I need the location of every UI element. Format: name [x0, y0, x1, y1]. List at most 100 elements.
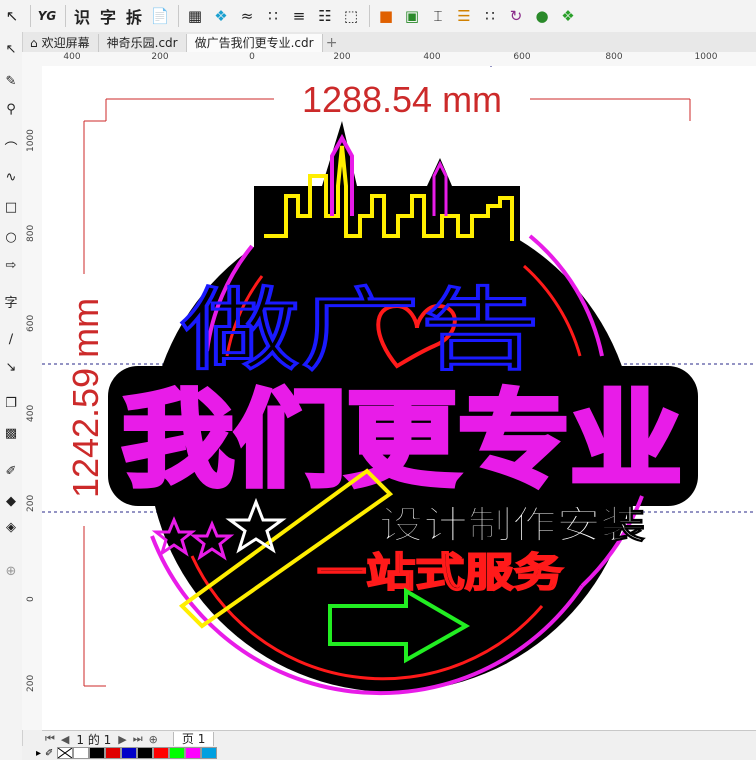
sign-line2: 我们更专业 [122, 379, 682, 501]
sphere-icon[interactable]: ● [530, 4, 554, 28]
image-icon[interactable]: ▣ [400, 4, 424, 28]
color-swatch[interactable] [73, 747, 90, 759]
first-page-icon[interactable]: ⏮ [42, 732, 58, 746]
color-swatch[interactable] [89, 747, 106, 759]
document-tabs: ⌂ 欢迎屏幕 神奇乐园.cdr 做广告我们更专业.cdr + [22, 32, 756, 53]
tab-welcome[interactable]: ⌂ 欢迎屏幕 [22, 34, 99, 52]
align-icon[interactable]: ≈ [235, 4, 259, 28]
yg-plugin-button[interactable]: YG [35, 4, 59, 28]
ruler-label: 200 [151, 52, 169, 62]
color-icon[interactable]: ■ [374, 4, 398, 28]
dimension-icon[interactable]: ↘ [0, 356, 22, 378]
palette-arrow-icon[interactable]: ▸ [36, 748, 41, 759]
page-tab[interactable]: 页 1 [172, 731, 215, 747]
none-icon [58, 748, 73, 758]
copy-icon[interactable]: 📄 [148, 4, 172, 28]
tab-shenqi[interactable]: 神奇乐园.cdr [98, 34, 187, 52]
shape-icon[interactable]: ✎ [0, 70, 22, 92]
dots-icon[interactable]: ∷ [478, 4, 502, 28]
color-swatch[interactable] [105, 747, 122, 759]
zoom-icon[interactable]: ⚲ [0, 98, 22, 120]
eyedropper-icon[interactable]: ✐ [45, 748, 53, 759]
polygon-icon[interactable]: ⇨ [0, 254, 22, 276]
fill-icon[interactable]: ◆ [0, 490, 22, 512]
split-button[interactable]: 拆 [122, 4, 146, 28]
font-label: 字 [99, 8, 116, 27]
ruler-label: 800 [26, 224, 36, 242]
ruler-label: 0 [249, 52, 255, 62]
color-palette: ▸ ✐ [22, 746, 756, 760]
shadow-icon[interactable]: ❐ [0, 392, 22, 414]
ruler-label: 1000 [694, 52, 718, 62]
vertical-ruler[interactable]: 1000 800 600 400 200 0 200 [22, 66, 43, 730]
recognize-label: 识 [73, 8, 90, 27]
width-dimension-label: 1288.54 mm [302, 79, 502, 120]
artwork-svg: 1288.54 mm 1242.59 mm 做广告 我们更专业 设计制作安装 一… [42, 66, 756, 696]
recognize-button[interactable]: 识 [70, 4, 94, 28]
toolbar-separator [30, 5, 31, 27]
transparency-icon[interactable]: ▩ [0, 422, 22, 444]
color-swatch[interactable] [121, 747, 138, 759]
split-label: 拆 [125, 8, 142, 27]
eyedropper-icon[interactable]: ✐ [0, 460, 22, 482]
ruler-label: 200 [333, 52, 351, 62]
page-indicator: 1 的 1 [76, 732, 112, 747]
line-icon[interactable]: ≡ [287, 4, 311, 28]
tab-active-label: 做广告我们更专业.cdr [194, 36, 314, 50]
grid-icon[interactable]: ▦ [183, 4, 207, 28]
sign-line4: 一站式服务 [317, 550, 563, 596]
list-icon[interactable]: ☰ [452, 4, 476, 28]
toolbar-separator [369, 5, 370, 27]
height-dimension-label: 1242.59 mm [65, 298, 106, 498]
new-tab-button[interactable]: + [323, 34, 341, 52]
ruler-label: 200 [26, 494, 36, 512]
pick-tool-icon[interactable]: ↖ [0, 4, 24, 28]
ruler-label: 600 [513, 52, 531, 62]
add-icon[interactable]: ⊕ [0, 560, 22, 582]
prev-page-icon[interactable]: ◀ [58, 733, 72, 746]
tab-welcome-label: 欢迎屏幕 [41, 36, 90, 50]
spiral-icon[interactable]: ∿ [0, 166, 22, 188]
freehand-icon[interactable]: ⌒ [0, 136, 22, 158]
color-swatch[interactable] [201, 747, 218, 759]
horizontal-ruler[interactable]: 400 200 0 200 400 600 800 1000 [42, 52, 756, 67]
color-swatch[interactable] [137, 747, 154, 759]
rectangle-icon[interactable]: □ [0, 196, 22, 218]
distribute-icon[interactable]: ∷ [261, 4, 285, 28]
ruler-label: 400 [63, 52, 81, 62]
font-button[interactable]: 字 [96, 4, 120, 28]
ruler-label: 400 [423, 52, 441, 62]
puzzle-icon[interactable]: ❖ [556, 4, 580, 28]
page-navigator: ⏮ ◀ 1 的 1 ▶ ⏭ ⊕ 页 1 [42, 730, 756, 747]
next-page-icon[interactable]: ▶ [115, 733, 129, 746]
pick-icon[interactable]: ↖ [0, 38, 22, 60]
text-icon[interactable]: 字 [0, 290, 22, 312]
last-page-icon[interactable]: ⏭ [130, 732, 146, 746]
yg-label: YG [37, 9, 57, 23]
text-frame-icon[interactable]: ⌶ [426, 4, 450, 28]
add-page-icon[interactable]: ⊕ [146, 733, 161, 746]
interactive-fill-icon[interactable]: ◈ [0, 516, 22, 538]
color-swatch[interactable] [185, 747, 202, 759]
no-color-swatch[interactable] [57, 747, 74, 759]
ruler-label: 1000 [26, 129, 36, 152]
color-swatch[interactable] [153, 747, 170, 759]
snap-icon[interactable]: ❖ [209, 4, 233, 28]
transform-icon[interactable]: ☷ [313, 4, 337, 28]
ruler-label: 200 [26, 674, 36, 692]
color-swatch[interactable] [169, 747, 186, 759]
selection-icon[interactable]: ⬚ [339, 4, 363, 28]
standard-toolbar: ↖ YG 识 字 拆 📄 ▦ ❖ ≈ ∷ ≡ ☷ ⬚ ■ ▣ ⌶ ☰ ∷ ↻ ●… [0, 0, 756, 33]
ruler-label: 800 [605, 52, 623, 62]
tab-active-document[interactable]: 做广告我们更专业.cdr [186, 34, 323, 52]
ruler-label: 400 [26, 404, 36, 422]
ruler-label: 600 [26, 314, 36, 332]
ruler-corner[interactable] [22, 52, 43, 67]
sign-line1: 做广告 [180, 278, 540, 383]
ellipse-icon[interactable]: ○ [0, 226, 22, 248]
drawing-canvas[interactable]: 1288.54 mm 1242.59 mm 做广告 我们更专业 设计制作安装 一… [42, 66, 756, 730]
arrow-curve-icon[interactable]: ↻ [504, 4, 528, 28]
toolbar-separator [178, 5, 179, 27]
connector-icon[interactable]: ∕ [0, 328, 22, 350]
home-icon: ⌂ [30, 36, 38, 50]
